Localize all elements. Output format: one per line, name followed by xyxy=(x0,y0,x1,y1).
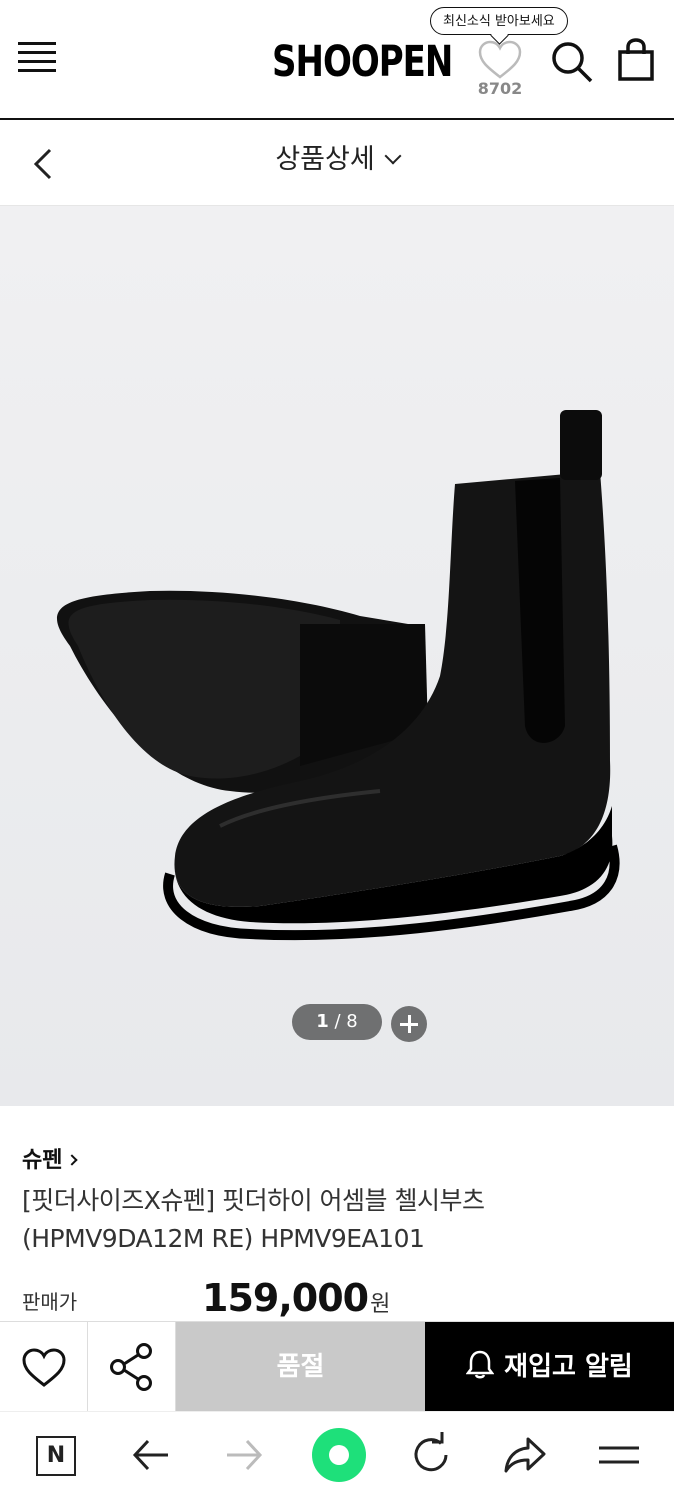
top-header: SHOOPEN 최신소식 받아보세요 8702 xyxy=(0,0,674,120)
image-pager: 1 / 8 xyxy=(292,1004,382,1040)
price-label: 판매가 xyxy=(22,1290,78,1314)
heart-icon xyxy=(22,1348,66,1387)
zoom-plus-icon[interactable] xyxy=(391,1006,427,1042)
browser-menu-button[interactable] xyxy=(594,1430,644,1480)
browser-share-button[interactable] xyxy=(500,1430,550,1480)
bell-icon xyxy=(465,1350,495,1379)
product-name: [핏더사이즈X슈펜] 핏더하이 어셈블 첼시부츠 (HPMV9DA12M RE)… xyxy=(22,1182,642,1258)
chevron-down-icon xyxy=(384,147,402,165)
site-logo[interactable]: SHOOPEN xyxy=(272,27,453,97)
page: SHOOPEN 최신소식 받아보세요 8702 상품상세 1 / 8 슈펜 [핏… xyxy=(0,0,674,1500)
add-to-wishlist-button[interactable] xyxy=(0,1322,88,1412)
product-photo xyxy=(56,410,620,941)
chevron-right-icon xyxy=(66,1154,79,1166)
pager-current: 1 xyxy=(316,1011,329,1032)
back-button[interactable] xyxy=(28,144,62,184)
wishlist-button[interactable]: 8702 xyxy=(472,40,528,100)
newsletter-tooltip: 최신소식 받아보세요 xyxy=(430,7,568,35)
browser-forward-button[interactable] xyxy=(219,1430,269,1480)
price: 159,000원 xyxy=(202,1276,390,1320)
green-dot-icon[interactable] xyxy=(312,1428,366,1482)
brand-link[interactable]: 슈펜 xyxy=(22,1142,79,1174)
reload-button[interactable] xyxy=(406,1430,456,1480)
cart-button[interactable] xyxy=(616,38,660,84)
page-title: 상품상세 xyxy=(275,144,375,175)
browser-toolbar: N xyxy=(0,1411,674,1500)
page-title-dropdown[interactable]: 상품상세 xyxy=(0,120,674,206)
menu-icon xyxy=(599,1446,639,1464)
product-image-gallery[interactable]: 1 / 8 xyxy=(0,206,674,1106)
price-unit: 원 xyxy=(370,1292,390,1317)
restock-alert-button[interactable]: 재입고 알림 xyxy=(425,1322,674,1412)
refresh-icon xyxy=(414,1432,448,1472)
naver-home-icon[interactable]: N xyxy=(36,1436,76,1476)
price-value: 159,000 xyxy=(202,1276,369,1320)
arrow-left-icon xyxy=(132,1439,168,1471)
product-name-line1: [핏더사이즈X슈펜] 핏더하이 어셈블 첼시부츠 xyxy=(22,1186,485,1215)
purchase-action-bar: 품절 재입고 알림 xyxy=(0,1321,674,1412)
share-icon xyxy=(110,1343,152,1391)
pager-separator: / xyxy=(328,1011,347,1032)
forward-share-icon xyxy=(504,1437,546,1473)
shopping-bag-icon xyxy=(618,38,654,81)
wishlist-count: 8702 xyxy=(477,79,523,98)
heart-icon xyxy=(478,40,522,79)
restock-label: 재입고 알림 xyxy=(504,1352,633,1382)
browser-back-button[interactable] xyxy=(126,1430,176,1480)
product-info: 슈펜 [핏더사이즈X슈펜] 핏더하이 어셈블 첼시부츠 (HPMV9DA12M … xyxy=(0,1106,674,1322)
arrow-right-icon xyxy=(227,1439,263,1471)
pager-total: 8 xyxy=(346,1011,358,1032)
chevron-left-icon xyxy=(33,148,52,180)
search-icon xyxy=(552,42,593,83)
search-button[interactable] xyxy=(550,40,594,84)
menu-icon[interactable] xyxy=(18,42,56,76)
product-name-line2: (HPMV9DA12M RE) HPMV9EA101 xyxy=(22,1224,425,1253)
sub-header: 상품상세 xyxy=(0,120,674,206)
brand-name: 슈펜 xyxy=(22,1148,63,1173)
share-button[interactable] xyxy=(88,1322,176,1412)
soldout-button: 품절 xyxy=(176,1322,425,1412)
